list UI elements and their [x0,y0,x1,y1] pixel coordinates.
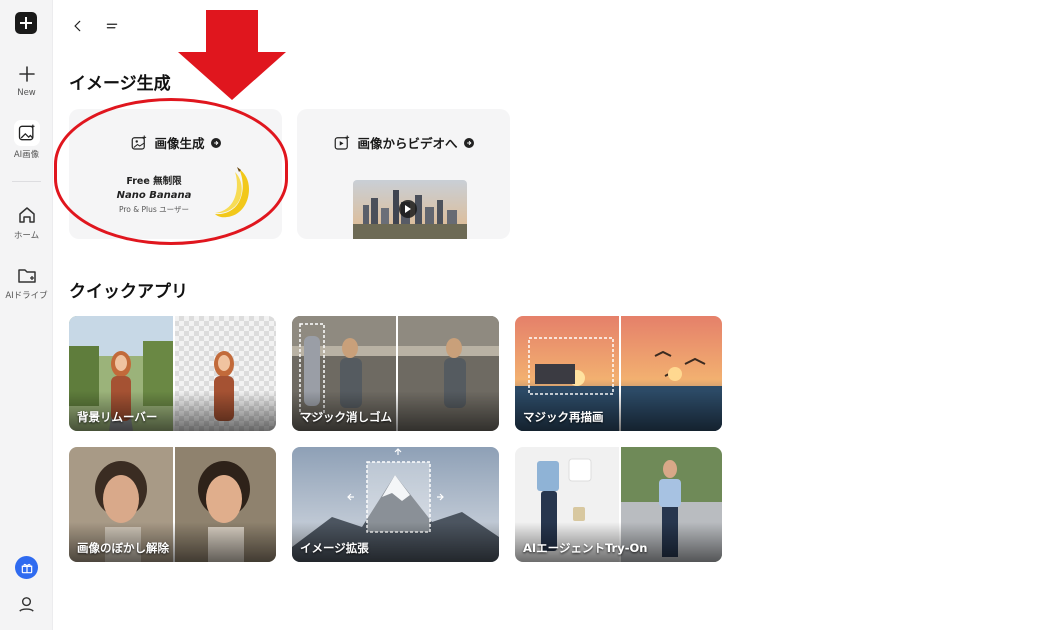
sidebar-item-label: AI画像 [13,150,40,160]
back-button[interactable] [68,16,88,36]
gift-button[interactable] [15,556,38,579]
app-tile-magic-redraw[interactable]: マジック再描画 [515,316,722,431]
app-tile-image-unblur[interactable]: 画像のぼかし解除 [69,447,276,562]
sidebar-item-home[interactable]: ホーム [0,203,53,241]
sidebar: New AI画像 ホーム AIドライブ [0,0,53,630]
app-tile-ai-agent-try-on[interactable]: AIエージェントTry-On [515,447,722,562]
image-to-video-card[interactable]: 画像からビデオへ [297,109,510,239]
folder-icon [17,269,36,283]
app-tile-label: 画像のぼかし解除 [77,541,169,555]
app-tile-background-remover[interactable]: 背景リムーバー [69,316,276,431]
sidebar-item-ai-image[interactable]: AI画像 [0,120,53,160]
sidebar-item-ai-drive[interactable]: AIドライブ [0,263,53,301]
app-tile-magic-eraser[interactable]: マジック消しゴム [292,316,499,431]
sidebar-item-label: New [17,88,36,98]
gift-icon [21,563,32,573]
video-preview-thumbnail [353,180,467,239]
image-generation-title: イメージ生成 [69,74,171,94]
app-tile-label: マジック消しゴム [300,410,392,424]
app-tile-label: マジック再描画 [523,410,604,424]
sidebar-item-label: ホーム [13,231,40,241]
ai-image-icon [18,124,34,141]
home-icon [18,207,35,223]
menu-button[interactable] [102,16,122,36]
plus-icon [18,66,35,82]
app-window: New AI画像 ホーム AIドライブ イメージ生成 画像生成 Free 無制限… [0,0,1044,630]
menu-icon [106,23,118,29]
arrow-right-icon [463,137,474,148]
sidebar-divider [12,181,41,182]
back-icon [74,20,81,32]
app-tile-image-expand[interactable]: イメージ拡張 [292,447,499,562]
topbar [68,16,122,36]
annotation-arrow [178,10,286,100]
image-to-video-title: 画像からビデオへ [357,136,458,151]
sidebar-item-label: AIドライブ [5,291,48,301]
video-sparkle-icon [335,135,350,150]
app-tile-label: イメージ拡張 [300,541,369,555]
user-icon [19,597,34,612]
app-tile-label: 背景リムーバー [77,410,158,424]
app-tile-label: AIエージェントTry-On [523,541,648,555]
annotation-highlight [54,98,288,245]
sidebar-item-new[interactable]: New [0,62,53,98]
user-account-button[interactable] [15,593,38,616]
quick-apps-title: クイックアプリ [69,282,188,302]
logo-icon[interactable] [15,12,37,34]
